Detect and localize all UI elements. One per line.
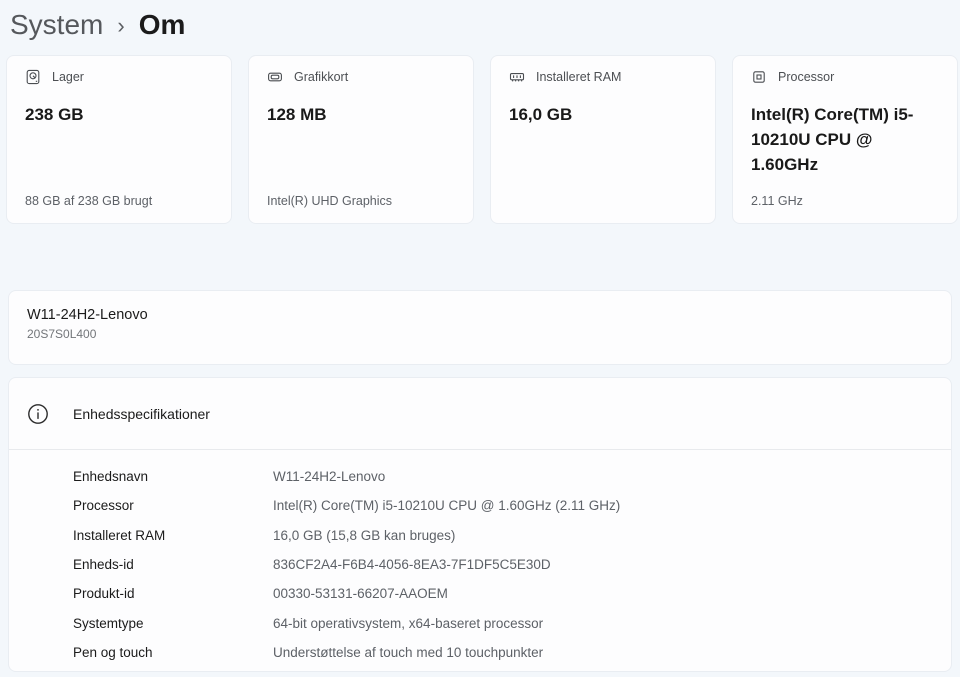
spec-value: Understøttelse af touch med 10 touchpunk… bbox=[273, 645, 543, 660]
device-name: W11-24H2-Lenovo bbox=[27, 307, 933, 323]
spec-row: Installeret RAM 16,0 GB (15,8 GB kan bru… bbox=[73, 521, 951, 550]
summary-card-header: Lager bbox=[25, 69, 213, 85]
summary-card: Processor Intel(R) Core(TM) i5-10210U CP… bbox=[732, 55, 958, 224]
spec-row: Enhedsnavn W11-24H2-Lenovo bbox=[73, 462, 951, 491]
spec-label: Produkt-id bbox=[73, 586, 273, 601]
breadcrumb: System › Om bbox=[10, 4, 185, 46]
spec-row: Processor Intel(R) Core(TM) i5-10210U CP… bbox=[73, 491, 951, 520]
cpu-icon bbox=[751, 69, 767, 85]
spec-row: Enheds-id 836CF2A4-F6B4-4056-8EA3-7F1DF5… bbox=[73, 550, 951, 579]
spec-label: Enhedsnavn bbox=[73, 469, 273, 484]
device-specs-card: Enhedsspecifikationer Enhedsnavn W11-24H… bbox=[8, 377, 952, 672]
harddrive-icon bbox=[25, 69, 41, 85]
device-specs-title: Enhedsspecifikationer bbox=[73, 406, 210, 422]
spec-value: 00330-53131-66207-AAOEM bbox=[273, 586, 448, 601]
summary-card-label: Grafikkort bbox=[294, 70, 348, 84]
spec-label: Processor bbox=[73, 498, 273, 513]
summary-card-value: 128 MB bbox=[267, 102, 455, 127]
summary-card-detail: Intel(R) UHD Graphics bbox=[267, 194, 461, 208]
chevron-right-icon: › bbox=[117, 12, 124, 39]
spec-row: Produkt-id 00330-53131-66207-AAOEM bbox=[73, 579, 951, 608]
summary-card-header: Grafikkort bbox=[267, 69, 455, 85]
summary-card-value: 238 GB bbox=[25, 102, 213, 127]
spec-label: Systemtype bbox=[73, 616, 273, 631]
ram-icon bbox=[509, 69, 525, 85]
spec-value: 16,0 GB (15,8 GB kan bruges) bbox=[273, 528, 455, 543]
spec-value: W11-24H2-Lenovo bbox=[273, 469, 385, 484]
spec-label: Enheds-id bbox=[73, 557, 273, 572]
summary-card-header: Installeret RAM bbox=[509, 69, 697, 85]
spec-label: Pen og touch bbox=[73, 645, 273, 660]
spec-value: 64-bit operativsystem, x64-baseret proce… bbox=[273, 616, 543, 631]
breadcrumb-system-link[interactable]: System bbox=[10, 9, 103, 41]
spec-value: Intel(R) Core(TM) i5-10210U CPU @ 1.60GH… bbox=[273, 498, 620, 513]
summary-card-value: Intel(R) Core(TM) i5-10210U CPU @ 1.60GH… bbox=[751, 102, 939, 177]
summary-card: Installeret RAM 16,0 GB bbox=[490, 55, 716, 224]
summary-card-detail: 88 GB af 238 GB brugt bbox=[25, 194, 219, 208]
device-model: 20S7S0L400 bbox=[27, 327, 933, 341]
spec-row: Pen og touch Understøttelse af touch med… bbox=[73, 638, 951, 667]
spec-value: 836CF2A4-F6B4-4056-8EA3-7F1DF5C5E30D bbox=[273, 557, 551, 572]
summary-cards-row: Lager 238 GB 88 GB af 238 GB brugt Grafi… bbox=[6, 55, 958, 224]
summary-card-value: 16,0 GB bbox=[509, 102, 697, 127]
page-title: Om bbox=[139, 9, 186, 41]
info-icon bbox=[27, 403, 49, 425]
summary-card-label: Processor bbox=[778, 70, 834, 84]
summary-card-label: Installeret RAM bbox=[536, 70, 621, 84]
summary-card-header: Processor bbox=[751, 69, 939, 85]
gpu-icon bbox=[267, 69, 283, 85]
summary-card: Grafikkort 128 MB Intel(R) UHD Graphics bbox=[248, 55, 474, 224]
summary-card-label: Lager bbox=[52, 70, 84, 84]
summary-card-detail: 2.11 GHz bbox=[751, 194, 945, 208]
device-specs-header: Enhedsspecifikationer bbox=[9, 378, 951, 450]
device-name-card: W11-24H2-Lenovo 20S7S0L400 bbox=[8, 290, 952, 365]
summary-card: Lager 238 GB 88 GB af 238 GB brugt bbox=[6, 55, 232, 224]
device-specs-table: Enhedsnavn W11-24H2-Lenovo Processor Int… bbox=[9, 450, 951, 667]
spec-row: Systemtype 64-bit operativsystem, x64-ba… bbox=[73, 608, 951, 637]
spec-label: Installeret RAM bbox=[73, 528, 273, 543]
